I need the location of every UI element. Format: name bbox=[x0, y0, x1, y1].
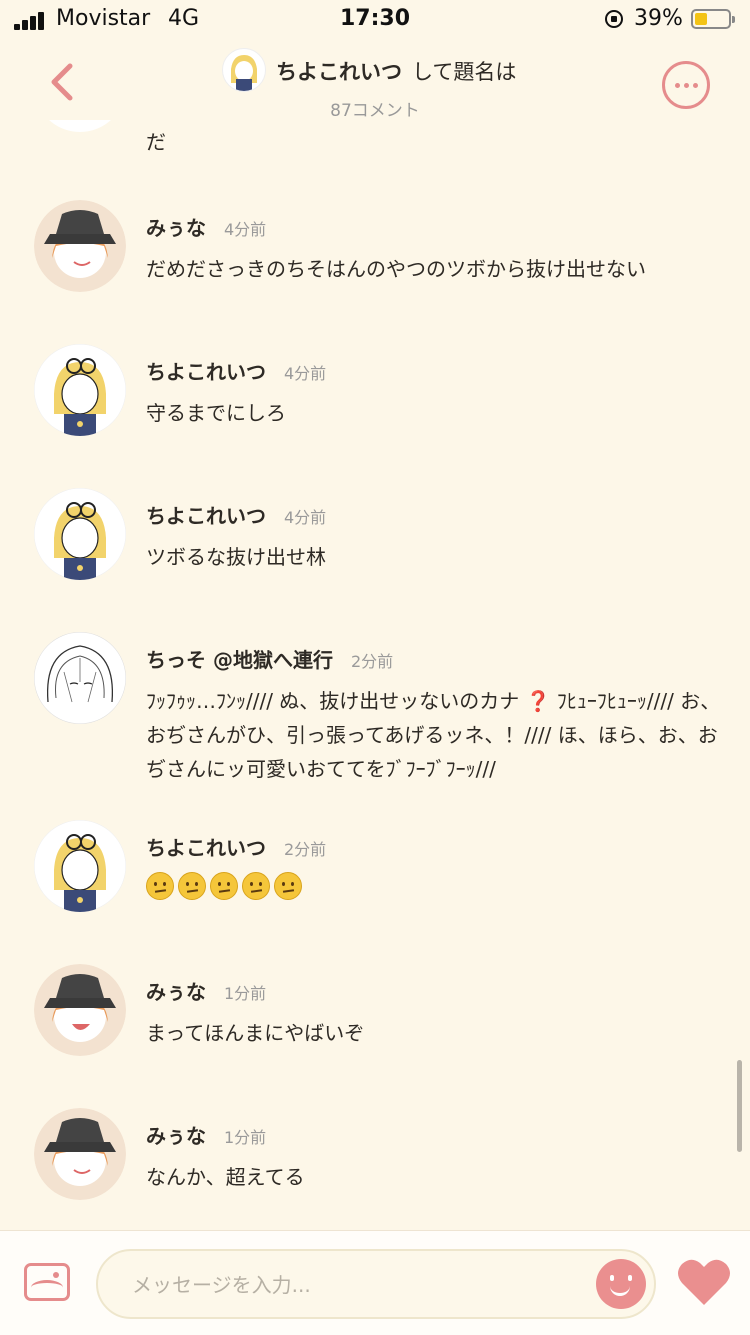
status-bar: Movistar 4G 17:30 39% bbox=[0, 0, 750, 40]
orientation-lock-icon bbox=[605, 10, 623, 28]
author-name-text: ちっそ @地獄へ連行 bbox=[146, 648, 333, 672]
author-name-text: ちよこれいつ bbox=[146, 360, 266, 384]
author-name-text: ちよこれいつ bbox=[146, 504, 266, 528]
author-name[interactable]: みぅな 1分前 bbox=[146, 1120, 266, 1149]
heart-icon[interactable] bbox=[676, 1257, 732, 1307]
confused-face-emoji bbox=[274, 872, 302, 900]
message-time: 4分前 bbox=[224, 220, 267, 239]
confused-face-emoji bbox=[146, 872, 174, 900]
message-time: 1分前 bbox=[224, 984, 267, 1003]
avatar[interactable] bbox=[34, 820, 126, 912]
emoji-row bbox=[146, 872, 306, 904]
confused-face-emoji bbox=[242, 872, 270, 900]
message-text: ﾌｯﾌｩｯ…ﾌﾝｯ//// ぬ、抜け出せッないのカナ ❓ ﾌﾋｭｰﾌﾋｭｰｯ//… bbox=[146, 689, 721, 781]
confused-face-emoji bbox=[178, 872, 206, 900]
message-time: 2分前 bbox=[350, 652, 394, 671]
message-text: 守るまでにしろ bbox=[146, 401, 286, 425]
message-text: だめださっきのちそはんのやつのツボから抜け出せない bbox=[146, 257, 646, 281]
avatar[interactable] bbox=[34, 488, 126, 580]
battery-percent: 39% bbox=[634, 6, 683, 31]
header-title[interactable]: ちよこれいつ して題名は bbox=[276, 56, 516, 86]
avatar[interactable] bbox=[34, 120, 126, 132]
message-time: 4分前 bbox=[284, 508, 327, 527]
image-icon[interactable] bbox=[24, 1263, 70, 1301]
avatar[interactable] bbox=[34, 632, 126, 724]
author-name[interactable]: ちよこれいつ 4分前 bbox=[146, 356, 326, 385]
message-text: まってほんまにやばいぞ bbox=[146, 1021, 365, 1045]
author-name[interactable]: みぅな 1分前 bbox=[146, 976, 266, 1005]
avatar[interactable] bbox=[34, 1108, 126, 1200]
avatar[interactable] bbox=[34, 964, 126, 1056]
message-text: なんか、超えてる bbox=[146, 1165, 305, 1189]
avatar[interactable] bbox=[34, 344, 126, 436]
header-title-suffix: して題名は bbox=[412, 60, 517, 84]
battery-icon bbox=[691, 9, 735, 29]
message-list[interactable]: だ みぅな 4分前 だめださっきのちそはんのやつのツボから抜け出せない ちよこれい… bbox=[0, 120, 750, 1230]
message-text: ツボるな抜け出せ林 bbox=[146, 545, 326, 569]
message-input-container[interactable] bbox=[96, 1249, 656, 1319]
more-options-icon[interactable] bbox=[662, 61, 710, 109]
message-time: 1分前 bbox=[224, 1128, 267, 1147]
message-time: 2分前 bbox=[284, 840, 327, 859]
message-composer bbox=[0, 1230, 750, 1335]
confused-face-emoji bbox=[210, 872, 238, 900]
message-input[interactable] bbox=[130, 1265, 574, 1305]
author-name-text: みぅな bbox=[146, 980, 206, 1004]
author-name[interactable]: みぅな 4分前 bbox=[146, 212, 266, 241]
author-name[interactable]: ちっそ @地獄へ連行 2分前 bbox=[146, 644, 393, 673]
header-avatar[interactable] bbox=[222, 48, 266, 92]
author-name-text: ちよこれいつ bbox=[146, 836, 266, 860]
author-name-text: みぅな bbox=[146, 216, 206, 240]
comment-count: 87コメント bbox=[330, 101, 420, 121]
author-name[interactable]: ちよこれいつ 4分前 bbox=[146, 500, 326, 529]
author-name-text: みぅな bbox=[146, 1124, 206, 1148]
message-time: 4分前 bbox=[284, 364, 327, 383]
message-text: だ bbox=[146, 130, 166, 154]
avatar[interactable] bbox=[34, 200, 126, 292]
header-user-name: ちよこれいつ bbox=[276, 60, 402, 84]
scrollbar[interactable] bbox=[737, 1060, 742, 1152]
chat-header: ちよこれいつ して題名は 87コメント bbox=[0, 40, 750, 121]
emoji-icon[interactable] bbox=[596, 1259, 646, 1309]
author-name[interactable]: ちよこれいつ 2分前 bbox=[146, 832, 326, 861]
